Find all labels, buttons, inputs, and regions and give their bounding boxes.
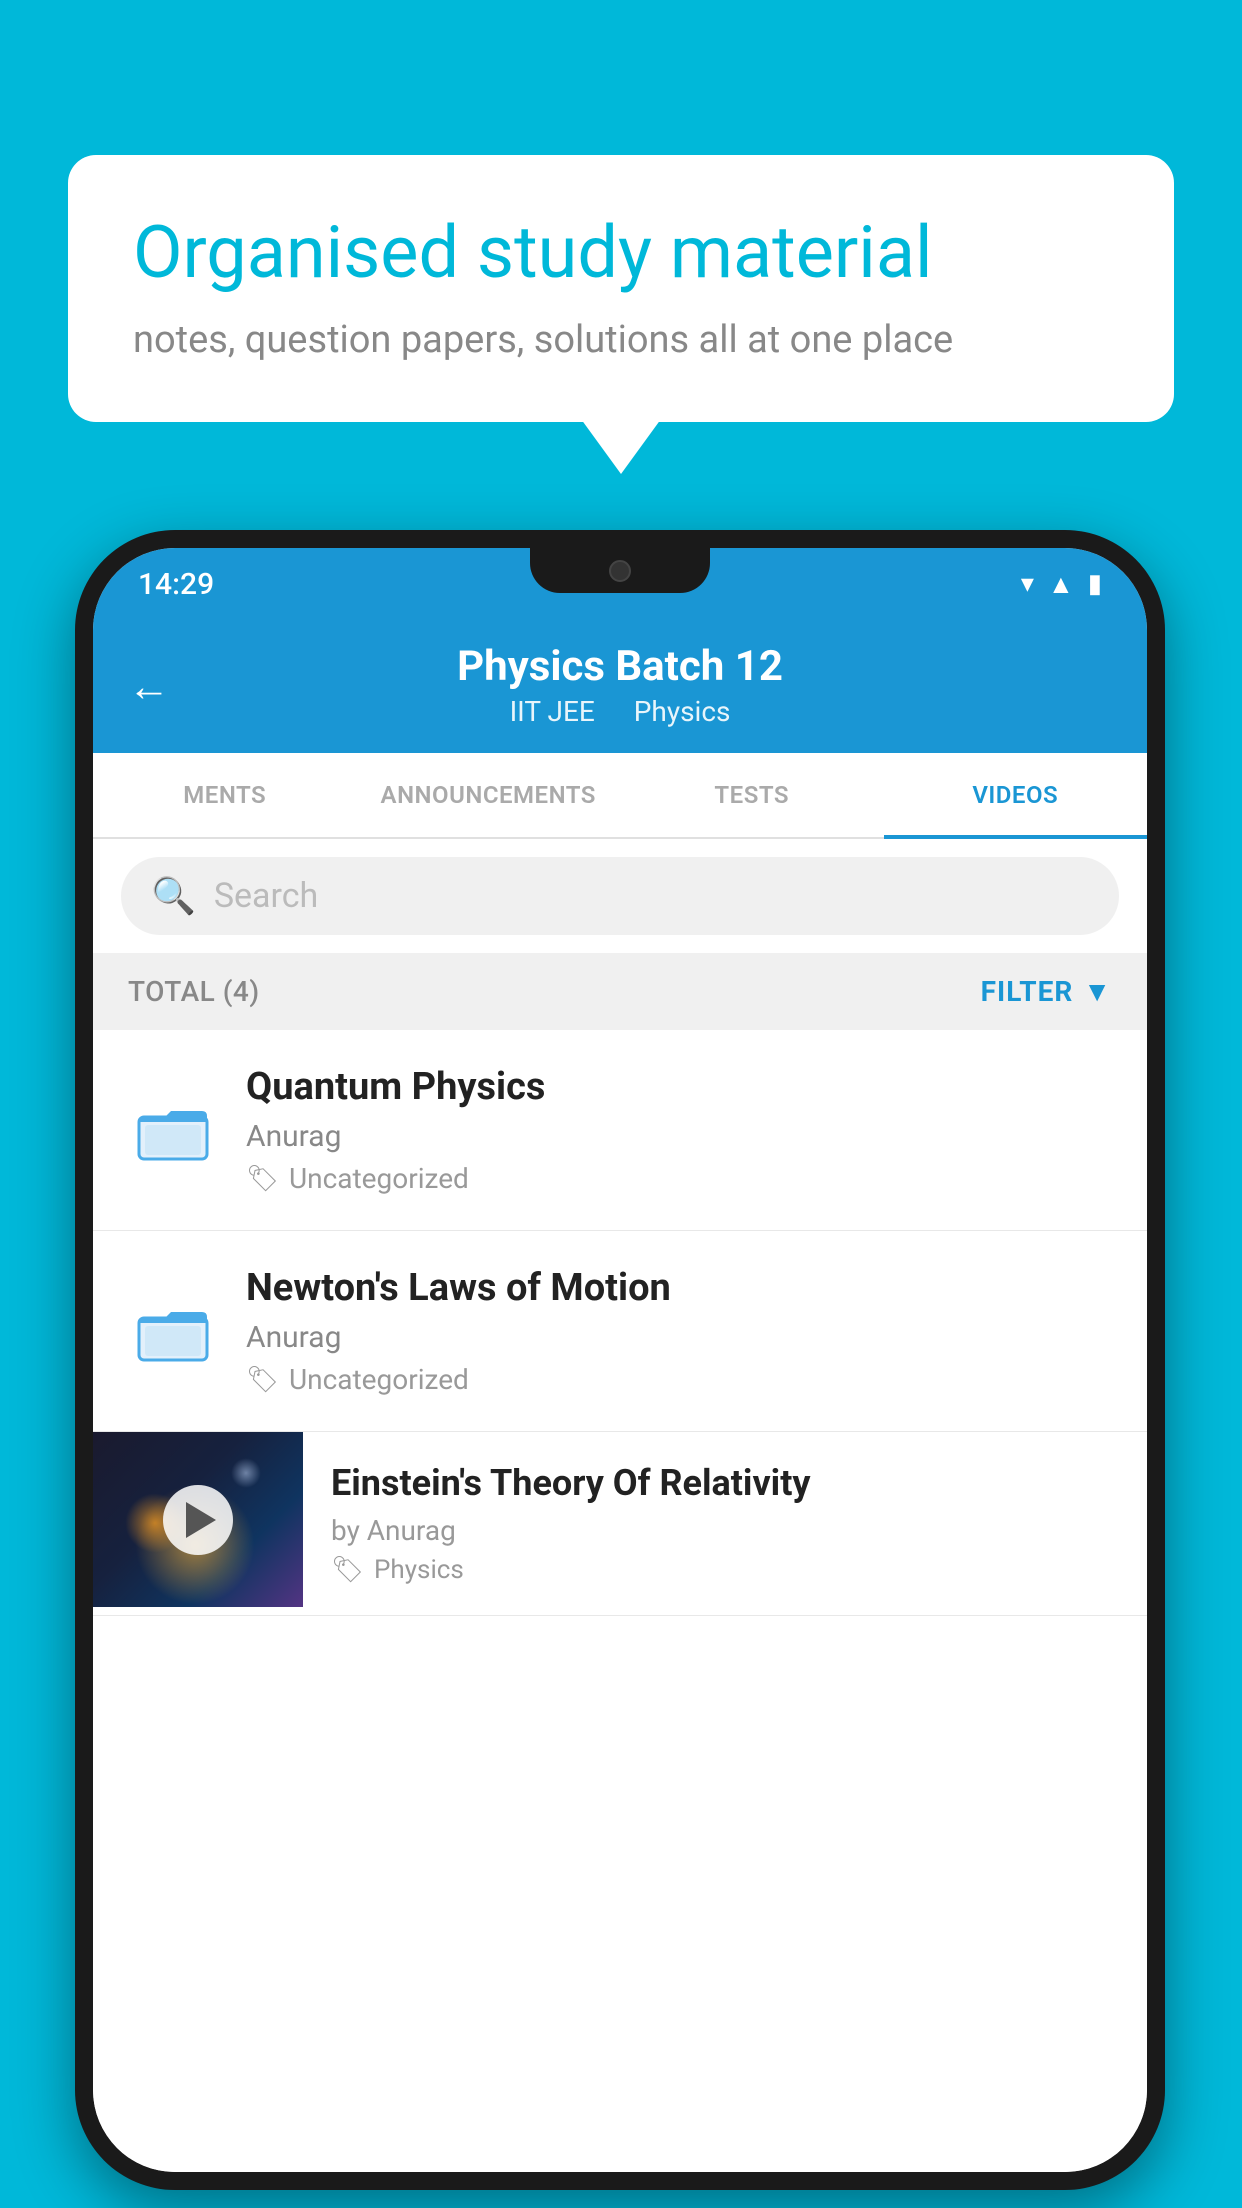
header-subtitle: IIT JEE Physics xyxy=(502,695,739,728)
video-info: Quantum Physics Anurag 🏷 Uncategorized xyxy=(246,1065,1112,1195)
bubble-subtitle: notes, question papers, solutions all at… xyxy=(133,318,1109,362)
list-item[interactable]: Newton's Laws of Motion Anurag 🏷 Uncateg… xyxy=(93,1231,1147,1432)
header-physics: Physics xyxy=(634,695,731,728)
wifi-icon: ▾ xyxy=(1021,569,1034,599)
speech-bubble: Organised study material notes, question… xyxy=(68,155,1174,422)
tab-videos[interactable]: VIDEOS xyxy=(884,753,1148,837)
search-placeholder: Search xyxy=(214,876,318,916)
tag-icon: 🏷 xyxy=(331,1555,364,1585)
header-title: Physics Batch 12 xyxy=(457,642,783,691)
filter-icon: ▼ xyxy=(1083,975,1112,1008)
video-title: Newton's Laws of Motion xyxy=(246,1266,1112,1310)
video-category: 🏷 Uncategorized xyxy=(246,1363,1112,1396)
video-author: Anurag xyxy=(246,1320,1112,1355)
search-icon: 🔍 xyxy=(151,875,196,917)
total-count: TOTAL (4) xyxy=(128,975,260,1008)
camera-notch xyxy=(609,560,631,582)
video-title: Quantum Physics xyxy=(246,1065,1112,1109)
tab-tests[interactable]: TESTS xyxy=(620,753,884,837)
folder-icon xyxy=(137,1300,209,1362)
folder-icon xyxy=(137,1099,209,1161)
filter-label: FILTER xyxy=(981,975,1074,1008)
tag-icon: 🏷 xyxy=(246,1365,279,1395)
video-category: 🏷 Uncategorized xyxy=(246,1162,1112,1195)
phone-screen: 14:29 ▾ ▲ ▮ ← Physics Batch 12 IIT JEE P… xyxy=(93,548,1147,2172)
video-title: Einstein's Theory Of Relativity xyxy=(331,1462,1119,1504)
play-button[interactable] xyxy=(163,1485,233,1555)
category-label: Physics xyxy=(374,1555,464,1585)
list-item[interactable]: Einstein's Theory Of Relativity by Anura… xyxy=(93,1432,1147,1616)
bubble-title: Organised study material xyxy=(133,210,1109,296)
back-button[interactable]: ← xyxy=(128,662,170,711)
status-time: 14:29 xyxy=(138,567,214,602)
status-icons: ▾ ▲ ▮ xyxy=(1021,569,1102,600)
filter-bar: TOTAL (4) FILTER ▼ xyxy=(93,953,1147,1030)
video-info: Newton's Laws of Motion Anurag 🏷 Uncateg… xyxy=(246,1266,1112,1396)
video-author: Anurag xyxy=(246,1119,1112,1154)
video-author: by Anurag xyxy=(331,1514,1119,1547)
video-list: Quantum Physics Anurag 🏷 Uncategorized xyxy=(93,1030,1147,2172)
play-triangle-icon xyxy=(186,1502,216,1538)
video-thumbnail xyxy=(93,1432,303,1607)
list-item[interactable]: Quantum Physics Anurag 🏷 Uncategorized xyxy=(93,1030,1147,1231)
battery-icon: ▮ xyxy=(1088,569,1102,599)
search-bar[interactable]: 🔍 Search xyxy=(121,857,1119,935)
app-header: ← Physics Batch 12 IIT JEE Physics xyxy=(93,620,1147,753)
signal-icon: ▲ xyxy=(1048,569,1074,600)
filter-button[interactable]: FILTER ▼ xyxy=(981,975,1112,1008)
folder-icon-wrap xyxy=(128,1300,218,1362)
search-bar-container: 🔍 Search xyxy=(93,839,1147,953)
phone-notch xyxy=(530,548,710,593)
video-category: 🏷 Physics xyxy=(331,1555,1119,1585)
video-info: Einstein's Theory Of Relativity by Anura… xyxy=(303,1432,1147,1615)
tag-icon: 🏷 xyxy=(246,1164,279,1194)
tab-announcements[interactable]: ANNOUNCEMENTS xyxy=(357,753,621,837)
category-label: Uncategorized xyxy=(289,1162,469,1195)
category-label: Uncategorized xyxy=(289,1363,469,1396)
header-iitjee: IIT JEE xyxy=(510,695,595,728)
tab-bar: MENTS ANNOUNCEMENTS TESTS VIDEOS xyxy=(93,753,1147,839)
tab-ments[interactable]: MENTS xyxy=(93,753,357,837)
phone-frame: 14:29 ▾ ▲ ▮ ← Physics Batch 12 IIT JEE P… xyxy=(75,530,1165,2190)
folder-icon-wrap xyxy=(128,1099,218,1161)
